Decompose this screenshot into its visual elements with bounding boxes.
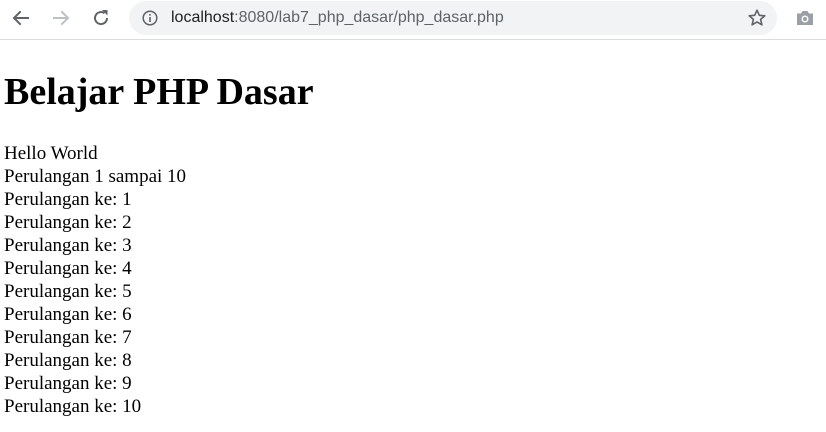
reload-button[interactable]: [85, 4, 117, 32]
output-line: Perulangan ke: 3: [4, 235, 132, 256]
output-line: Perulangan ke: 5: [4, 281, 132, 302]
output-line: Perulangan ke: 6: [4, 304, 132, 325]
url-path: :8080/lab7_php_dasar/php_dasar.php: [234, 9, 504, 26]
output-line: Perulangan 1 sampai 10: [4, 166, 187, 187]
back-arrow-icon: [12, 10, 29, 26]
url-host: localhost: [171, 9, 235, 26]
forward-arrow-icon: [53, 10, 70, 26]
output-line: Perulangan ke: 8: [4, 350, 132, 371]
reload-icon: [94, 10, 109, 26]
output-line: Perulangan ke: 2: [4, 212, 132, 233]
url-text[interactable]: localhost:8080/lab7_php_dasar/php_dasar.…: [171, 8, 504, 28]
output-line: Hello World: [4, 143, 98, 164]
address-bar[interactable]: localhost:8080/lab7_php_dasar/php_dasar.…: [129, 1, 777, 35]
page-title: Belajar PHP Dasar: [4, 71, 314, 113]
output-lines: Hello World Perulangan 1 sampai 10 Perul…: [4, 142, 186, 418]
browser-toolbar: localhost:8080/lab7_php_dasar/php_dasar.…: [0, 0, 826, 40]
output-line: Perulangan ke: 7: [4, 327, 132, 348]
output-line: Perulangan ke: 1: [4, 189, 132, 210]
forward-button[interactable]: [45, 4, 77, 32]
camera-icon[interactable]: [795, 9, 815, 27]
output-line: Perulangan ke: 9: [4, 373, 132, 394]
output-line: Perulangan ke: 4: [4, 258, 132, 279]
back-button[interactable]: [5, 4, 37, 32]
star-icon[interactable]: [747, 8, 767, 28]
info-icon[interactable]: [142, 10, 158, 26]
output-line: Perulangan ke: 10: [4, 396, 142, 417]
